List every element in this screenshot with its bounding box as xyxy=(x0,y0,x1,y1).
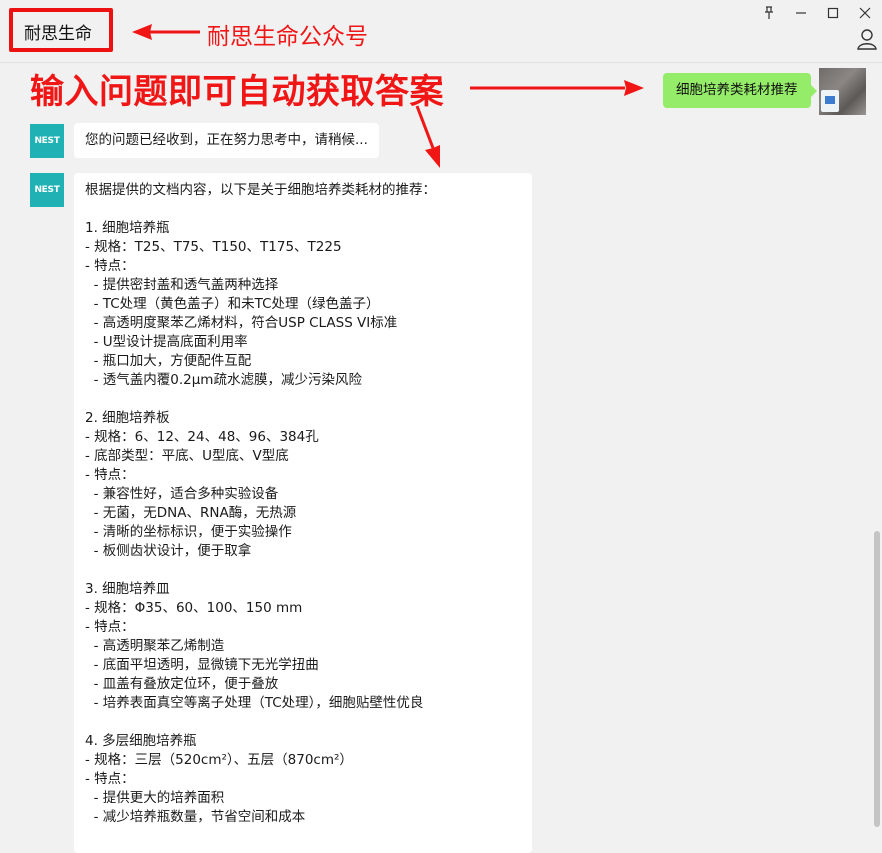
answer-line: - 减少培养瓶数量，节省空间和成本 xyxy=(85,809,306,825)
answer-line: 4. 多层细胞培养瓶 xyxy=(85,733,197,749)
answer-line: - 规格：6、12、24、48、96、384孔 xyxy=(85,429,319,445)
answer-line: 1. 细胞培养瓶 xyxy=(85,220,170,236)
user-message-bubble[interactable]: 细胞培养类耗材推荐 xyxy=(663,73,816,108)
maximize-icon[interactable] xyxy=(824,5,842,21)
answer-line: 根据提供的文档内容，以下是关于细胞培养类耗材的推荐： xyxy=(85,182,436,198)
answer-line: - U型设计提高底面利用率 xyxy=(85,334,248,350)
answer-line: - 特点： xyxy=(85,619,135,635)
annotation-official-account: 耐思生命公众号 xyxy=(207,24,368,50)
answer-line: - 特点： xyxy=(85,771,135,787)
answer-line: - 底面平坦透明，显微镜下无光学扭曲 xyxy=(85,657,319,673)
answer-line: - 提供密封盖和透气盖两种选择 xyxy=(85,277,279,293)
user-icon[interactable] xyxy=(856,28,878,50)
bot-avatar[interactable]: NEST xyxy=(30,173,64,207)
answer-line: 3. 细胞培养皿 xyxy=(85,581,170,597)
answer-line: - 板侧齿状设计，便于取拿 xyxy=(85,543,252,559)
answer-line: - 规格：Φ35、60、100、150 mm xyxy=(85,600,303,616)
bot-ack-bubble[interactable]: 您的问题已经收到，正在努力思考中，请稍候... xyxy=(74,123,379,158)
answer-line: - 透气盖内覆0.2μm疏水滤膜，减少污染风险 xyxy=(85,372,362,388)
answer-line xyxy=(85,713,522,732)
answer-line: - 底部类型：平底、U型底、V型底 xyxy=(85,448,289,464)
answer-line: - 清晰的坐标标识，便于实验操作 xyxy=(85,524,292,540)
answer-line: - 兼容性好，适合多种实验设备 xyxy=(85,486,279,502)
answer-line xyxy=(85,561,522,580)
chat-title: 耐思生命 xyxy=(24,24,92,44)
answer-line: - 培养表面真空等离子处理（TC处理），细胞贴壁性优良 xyxy=(85,695,424,711)
answer-line xyxy=(85,390,522,409)
chat-scrollbar[interactable] xyxy=(874,531,880,827)
user-avatar[interactable] xyxy=(819,68,866,115)
answer-line: - 高透明聚苯乙烯制造 xyxy=(85,638,225,654)
answer-line: - 规格：三层（520cm²）、五层（870cm²） xyxy=(85,752,353,768)
bot-avatar[interactable]: NEST xyxy=(30,124,64,158)
bot-answer-bubble[interactable]: 根据提供的文档内容，以下是关于细胞培养类耗材的推荐： 1. 细胞培养瓶 - 规格：T… xyxy=(74,173,532,853)
answer-line: - 无菌，无DNA、RNA酶，无热源 xyxy=(85,505,297,521)
close-icon[interactable] xyxy=(856,5,874,21)
answer-line: 2. 细胞培养板 xyxy=(85,410,170,426)
answer-line: - 特点： xyxy=(85,258,135,274)
answer-line: - 提供更大的培养面积 xyxy=(85,790,225,806)
answer-line: - TC处理（黄色盖子）和未TC处理（绿色盖子） xyxy=(85,296,380,312)
title-bar xyxy=(0,0,882,63)
pin-icon[interactable] xyxy=(760,5,778,21)
answer-line: - 皿盖有叠放定位环，便于叠放 xyxy=(85,676,279,692)
answer-line: - 规格：T25、T75、T150、T175、T225 xyxy=(85,239,342,255)
answer-line: - 瓶口加大，方便配件互配 xyxy=(85,353,252,369)
minimize-icon[interactable] xyxy=(792,5,810,21)
annotation-auto-answer: 输入问题即可自动获取答案 xyxy=(30,72,444,112)
answer-line xyxy=(85,200,522,219)
answer-line: - 高透明度聚苯乙烯材料，符合USP CLASS VI标准 xyxy=(85,315,398,331)
answer-line: - 特点： xyxy=(85,467,135,483)
